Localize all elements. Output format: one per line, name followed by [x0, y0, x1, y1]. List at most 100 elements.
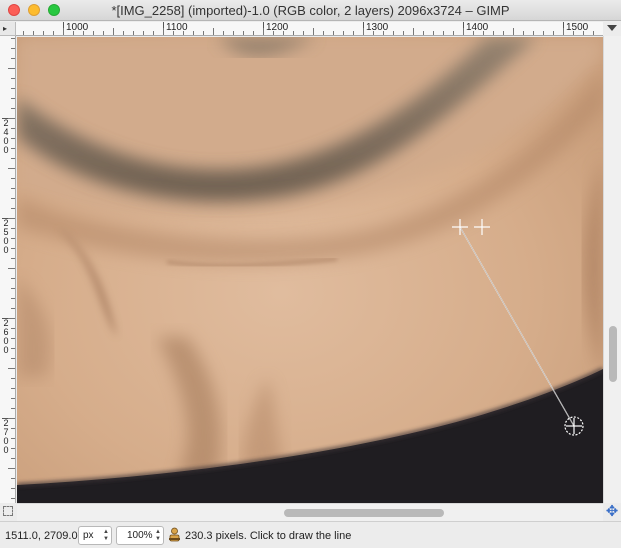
ruler-minor-tick	[223, 31, 224, 35]
ruler-minor-tick	[63, 28, 64, 35]
ruler-minor-tick	[283, 31, 284, 35]
gimp-image-window: *[IMG_2258] (imported)-1.0 (RGB color, 2…	[0, 0, 621, 548]
ruler-minor-tick	[123, 31, 124, 35]
status-message: 230.3 pixels. Click to draw the line	[185, 530, 352, 542]
vertical-ruler[interactable]: 2400 2500 2600 2700	[0, 36, 16, 503]
ruler-minor-tick	[163, 28, 164, 35]
horizontal-scroll-thumb[interactable]	[284, 509, 444, 517]
ruler-minor-tick	[11, 448, 15, 449]
ruler-minor-tick	[93, 31, 94, 35]
image-menu-arrow-icon[interactable]	[607, 25, 617, 31]
ruler-minor-tick	[413, 28, 414, 35]
ruler-minor-tick	[11, 58, 15, 59]
quick-mask-toggle-icon[interactable]	[0, 503, 17, 521]
ruler-minor-tick	[453, 31, 454, 35]
ruler-minor-tick	[11, 78, 15, 79]
ruler-minor-tick	[333, 31, 334, 35]
ruler-minor-tick	[493, 31, 494, 35]
horizontal-scrollbar[interactable]	[17, 503, 603, 521]
measure-tool-icon	[169, 527, 180, 542]
ruler-minor-tick	[8, 418, 15, 419]
ruler-minor-tick	[11, 308, 15, 309]
ruler-minor-tick	[253, 31, 254, 35]
ruler-minor-tick	[11, 208, 15, 209]
ruler-minor-tick	[563, 28, 564, 35]
ruler-minor-tick	[433, 31, 434, 35]
ruler-minor-tick	[393, 31, 394, 35]
ruler-minor-tick	[11, 198, 15, 199]
vertical-scroll-thumb[interactable]	[609, 326, 617, 382]
ruler-minor-tick	[11, 348, 15, 349]
ruler-minor-tick	[11, 478, 15, 479]
zoom-select[interactable]: 100% ▲ ▼	[116, 526, 164, 545]
ruler-minor-tick	[243, 31, 244, 35]
ruler-minor-tick	[11, 128, 15, 129]
ruler-minor-tick	[11, 228, 15, 229]
ruler-minor-tick	[53, 31, 54, 35]
ruler-minor-tick	[463, 28, 464, 35]
image-canvas[interactable]	[17, 37, 603, 503]
ruler-minor-tick	[513, 28, 514, 35]
ruler-minor-tick	[11, 288, 15, 289]
ruler-minor-tick	[11, 48, 15, 49]
ruler-minor-tick	[8, 168, 15, 169]
ruler-minor-tick	[11, 278, 15, 279]
ruler-minor-tick	[11, 338, 15, 339]
ruler-minor-tick	[533, 31, 534, 35]
ruler-minor-tick	[11, 328, 15, 329]
ruler-minor-tick	[11, 108, 15, 109]
ruler-minor-tick	[11, 248, 15, 249]
ruler-minor-tick	[183, 31, 184, 35]
unit-value: px	[83, 530, 94, 541]
ruler-label: 1300	[363, 22, 388, 35]
ruler-minor-tick	[303, 31, 304, 35]
navigate-icon[interactable]: ✥	[603, 503, 621, 521]
ruler-minor-tick	[11, 138, 15, 139]
ruler-minor-tick	[8, 468, 15, 469]
ruler-label: 1200	[263, 22, 288, 35]
ruler-minor-tick	[293, 31, 294, 35]
horizontal-ruler[interactable]: 1000 1100 1200 1300 1400 1500	[16, 22, 603, 36]
window-title: *[IMG_2258] (imported)-1.0 (RGB color, 2…	[111, 3, 510, 18]
ruler-minor-tick	[353, 31, 354, 35]
ruler-minor-tick	[263, 28, 264, 35]
ruler-minor-tick	[103, 31, 104, 35]
ruler-label: 1500	[563, 22, 588, 35]
ruler-label-2700: 2700	[2, 418, 10, 455]
ruler-minor-tick	[523, 31, 524, 35]
ruler-minor-tick	[11, 488, 15, 489]
title-bar[interactable]: *[IMG_2258] (imported)-1.0 (RGB color, 2…	[0, 0, 621, 21]
ruler-minor-tick	[11, 188, 15, 189]
photo-canvas-image	[17, 37, 603, 503]
ruler-minor-tick	[153, 31, 154, 35]
ruler-minor-tick	[583, 31, 584, 35]
ruler-minor-tick	[11, 98, 15, 99]
ruler-label: 1000	[63, 22, 88, 35]
status-bar: 1511.0, 2709.0 px ▲ ▼ 100% ▲ ▼ 230.3 pixel…	[0, 521, 621, 548]
unit-spin-icon: ▲ ▼	[103, 529, 109, 542]
ruler-minor-tick	[83, 31, 84, 35]
ruler-minor-tick	[113, 28, 114, 35]
ruler-minor-tick	[11, 358, 15, 359]
ruler-minor-tick	[403, 31, 404, 35]
ruler-minor-tick	[11, 378, 15, 379]
ruler-minor-tick	[11, 408, 15, 409]
ruler-minor-tick	[11, 88, 15, 89]
ruler-minor-tick	[133, 31, 134, 35]
ruler-minor-tick	[11, 158, 15, 159]
ruler-minor-tick	[383, 31, 384, 35]
ruler-minor-tick	[8, 318, 15, 319]
unit-select[interactable]: px ▲ ▼	[78, 526, 112, 545]
vertical-scrollbar[interactable]	[603, 36, 621, 503]
ruler-corner-icon[interactable]: ▸	[0, 22, 16, 36]
ruler-minor-tick	[553, 31, 554, 35]
ruler-minor-tick	[11, 38, 15, 39]
ruler-minor-tick	[11, 428, 15, 429]
ruler-minor-tick	[423, 31, 424, 35]
ruler-minor-tick	[33, 31, 34, 35]
zoom-value: 100%	[127, 530, 153, 541]
ruler-minor-tick	[443, 31, 444, 35]
ruler-minor-tick	[473, 31, 474, 35]
ruler-minor-tick	[273, 31, 274, 35]
ruler-minor-tick	[8, 368, 15, 369]
